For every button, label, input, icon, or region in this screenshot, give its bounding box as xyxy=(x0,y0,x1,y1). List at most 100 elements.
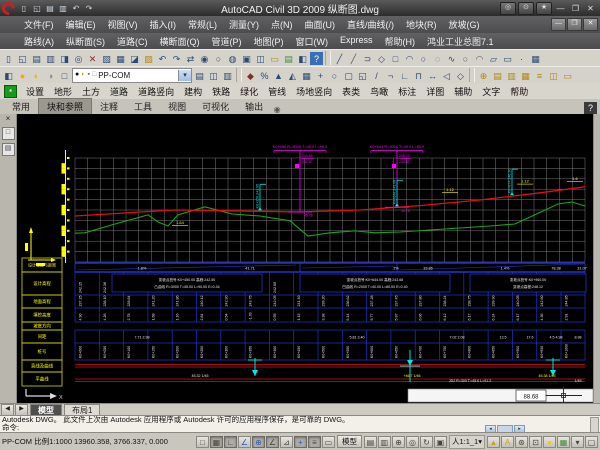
menu1-item-6[interactable]: 点(N) xyxy=(265,18,299,31)
hongye-menu-item-15[interactable]: 文字 xyxy=(477,85,505,98)
menu2-item-1[interactable]: 纵断面(S) xyxy=(60,35,111,48)
status-toggle-6[interactable]: ⊿ xyxy=(280,436,293,448)
status-toggle-2[interactable]: ∟ xyxy=(224,436,237,448)
std-toolbar-icon-10[interactable]: ▨ xyxy=(142,52,155,65)
hongye-menu-item-13[interactable]: 详图 xyxy=(421,85,449,98)
std-toolbar-icon-9[interactable]: ◪ xyxy=(128,52,141,65)
hongye-menu-item-12[interactable]: 标注 xyxy=(393,85,421,98)
quick-access-icon-5[interactable]: ↷ xyxy=(83,3,95,14)
menu2-item-2[interactable]: 道路(C) xyxy=(111,35,154,48)
draw-toolbar-icon-11[interactable]: ▱ xyxy=(487,52,500,65)
ribbon-help-button[interactable]: ? xyxy=(584,102,597,114)
std-toolbar-icon-1[interactable]: ◱ xyxy=(16,52,29,65)
std-toolbar-icon-17[interactable]: ▣ xyxy=(240,52,253,65)
menu1-item-5[interactable]: 测量(Y) xyxy=(223,18,265,31)
modify-toolbar-icon-3[interactable]: ◭ xyxy=(286,69,299,82)
hongye-menu-item-9[interactable]: 场地竖向 xyxy=(291,85,337,98)
modify-toolbar-icon-13[interactable]: ↔ xyxy=(426,69,439,82)
layer-toolbar-icon-0[interactable]: ◧ xyxy=(2,69,15,82)
annotation-scale-control[interactable]: 人1:1_1▾ xyxy=(449,435,485,449)
draw-toolbar-icon-10[interactable]: ◠ xyxy=(473,52,486,65)
status-toggle-3[interactable]: ∠ xyxy=(238,436,251,448)
search-button[interactable]: ◎ xyxy=(500,2,516,15)
status-tool-6[interactable]: ▾ xyxy=(571,436,584,448)
std-toolbar-icon-21[interactable]: ◧ xyxy=(296,52,309,65)
menu1-item-0[interactable]: 文件(F) xyxy=(18,18,60,31)
tab-layout1[interactable]: 布局1 xyxy=(64,404,100,416)
right-toolbar-icon-3[interactable]: ▦ xyxy=(519,69,532,82)
std-toolbar-icon-18[interactable]: ◫ xyxy=(254,52,267,65)
draw-toolbar-icon-0[interactable]: ╱ xyxy=(333,52,346,65)
menu1-item-3[interactable]: 插入(I) xyxy=(144,18,183,31)
view-tool-0[interactable]: ▤ xyxy=(364,436,377,448)
view-tool-5[interactable]: ▣ xyxy=(434,436,447,448)
std-toolbar-icon-6[interactable]: ✕ xyxy=(86,52,99,65)
status-toggle-1[interactable]: ▦ xyxy=(210,436,223,448)
status-tool-5[interactable]: ▦ xyxy=(557,436,570,448)
hongye-menu-item-10[interactable]: 表类 xyxy=(337,85,365,98)
ribbon-tab-6[interactable]: 输出 xyxy=(237,99,271,114)
minimize-button[interactable]: — xyxy=(554,3,567,14)
status-tool-0[interactable]: ▲ xyxy=(487,436,500,448)
hongye-menu-item-6[interactable]: 铁路 xyxy=(207,85,235,98)
layer-tools-icon-0[interactable]: ▤ xyxy=(193,69,206,82)
draw-toolbar-icon-4[interactable]: □ xyxy=(389,52,402,65)
modify-toolbar-icon-15[interactable]: ◇ xyxy=(454,69,467,82)
modify-toolbar-icon-12[interactable]: ⊓ xyxy=(412,69,425,82)
hongye-menu-item-11[interactable]: 鸟瞰 xyxy=(365,85,393,98)
menu2-item-0[interactable]: 路线(A) xyxy=(18,35,60,48)
hongye-menu-item-14[interactable]: 辅助 xyxy=(449,85,477,98)
status-tool-2[interactable]: ⊛ xyxy=(515,436,528,448)
std-toolbar-icon-19[interactable]: ▭ xyxy=(268,52,281,65)
hongye-menu-item-16[interactable]: 帮助 xyxy=(505,85,533,98)
right-toolbar-icon-0[interactable]: ⊕ xyxy=(477,69,490,82)
quick-access-icon-0[interactable]: ▯ xyxy=(18,3,30,14)
quick-access-icon-2[interactable]: ▤ xyxy=(44,3,56,14)
ribbon-tab-4[interactable]: 视图 xyxy=(160,99,194,114)
std-toolbar-icon-8[interactable]: ▦ xyxy=(114,52,127,65)
std-toolbar-icon-3[interactable]: ▥ xyxy=(44,52,57,65)
ribbon-tab-2[interactable]: 注释 xyxy=(92,99,126,114)
palette-close-icon[interactable]: × xyxy=(0,114,16,124)
std-toolbar-icon-13[interactable]: ⇄ xyxy=(184,52,197,65)
std-toolbar-icon-16[interactable]: ◍ xyxy=(226,52,239,65)
draw-toolbar-icon-8[interactable]: ∿ xyxy=(445,52,458,65)
layer-toolbar-icon-2[interactable]: ◐ xyxy=(30,69,43,82)
draw-toolbar-icon-3[interactable]: ◇ xyxy=(375,52,388,65)
view-tool-3[interactable]: ◎ xyxy=(406,436,419,448)
modify-toolbar-icon-1[interactable]: % xyxy=(258,69,271,82)
tab-model[interactable]: 模型 xyxy=(30,404,62,416)
std-toolbar-icon-15[interactable]: ○ xyxy=(212,52,225,65)
std-toolbar-icon-14[interactable]: ◉ xyxy=(198,52,211,65)
status-toggle-0[interactable]: □ xyxy=(196,436,209,448)
command-expand-button[interactable] xyxy=(590,417,599,432)
draw-toolbar-icon-7[interactable]: ◌ xyxy=(431,52,444,65)
ribbon-tab-1[interactable]: 块和参照 xyxy=(38,98,92,114)
draw-toolbar-icon-1[interactable]: ╱ xyxy=(347,52,360,65)
std-toolbar-icon-4[interactable]: ◨ xyxy=(58,52,71,65)
menu2-item-6[interactable]: 窗口(W) xyxy=(290,35,335,48)
std-toolbar-icon-22[interactable]: ? xyxy=(310,52,323,65)
command-scrollbar[interactable]: ◂ ▸ xyxy=(485,425,525,432)
menu2-item-8[interactable]: 帮助(H) xyxy=(379,35,422,48)
palette-icon-1[interactable]: □ xyxy=(2,127,15,140)
status-toggle-7[interactable]: + xyxy=(294,436,307,448)
std-toolbar-icon-11[interactable]: ↶ xyxy=(156,52,169,65)
std-toolbar-icon-2[interactable]: ▤ xyxy=(30,52,43,65)
menu1-item-2[interactable]: 视图(V) xyxy=(102,18,144,31)
modify-toolbar-icon-6[interactable]: ○ xyxy=(328,69,341,82)
status-tool-7[interactable]: ▢ xyxy=(585,436,598,448)
status-toggle-4[interactable]: ⊕ xyxy=(252,436,265,448)
hongye-menu-item-1[interactable]: 地形 xyxy=(49,85,77,98)
view-tool-2[interactable]: ⊕ xyxy=(392,436,405,448)
menu1-item-1[interactable]: 编辑(E) xyxy=(60,18,102,31)
right-toolbar-icon-4[interactable]: ≡ xyxy=(533,69,546,82)
modify-toolbar-icon-9[interactable]: / xyxy=(370,69,383,82)
command-line-area[interactable]: Autodesk DWG。 此文件上次由 Autodesk 应用程序或 Auto… xyxy=(0,415,600,432)
layer-toolbar-icon-3[interactable]: ◑ xyxy=(44,69,57,82)
ribbon-tab-3[interactable]: 工具 xyxy=(126,99,160,114)
std-toolbar-icon-12[interactable]: ↷ xyxy=(170,52,183,65)
quick-access-icon-1[interactable]: ◱ xyxy=(31,3,43,14)
view-tool-1[interactable]: ▥ xyxy=(378,436,391,448)
tab-nav-next[interactable]: ▶ xyxy=(15,404,28,416)
